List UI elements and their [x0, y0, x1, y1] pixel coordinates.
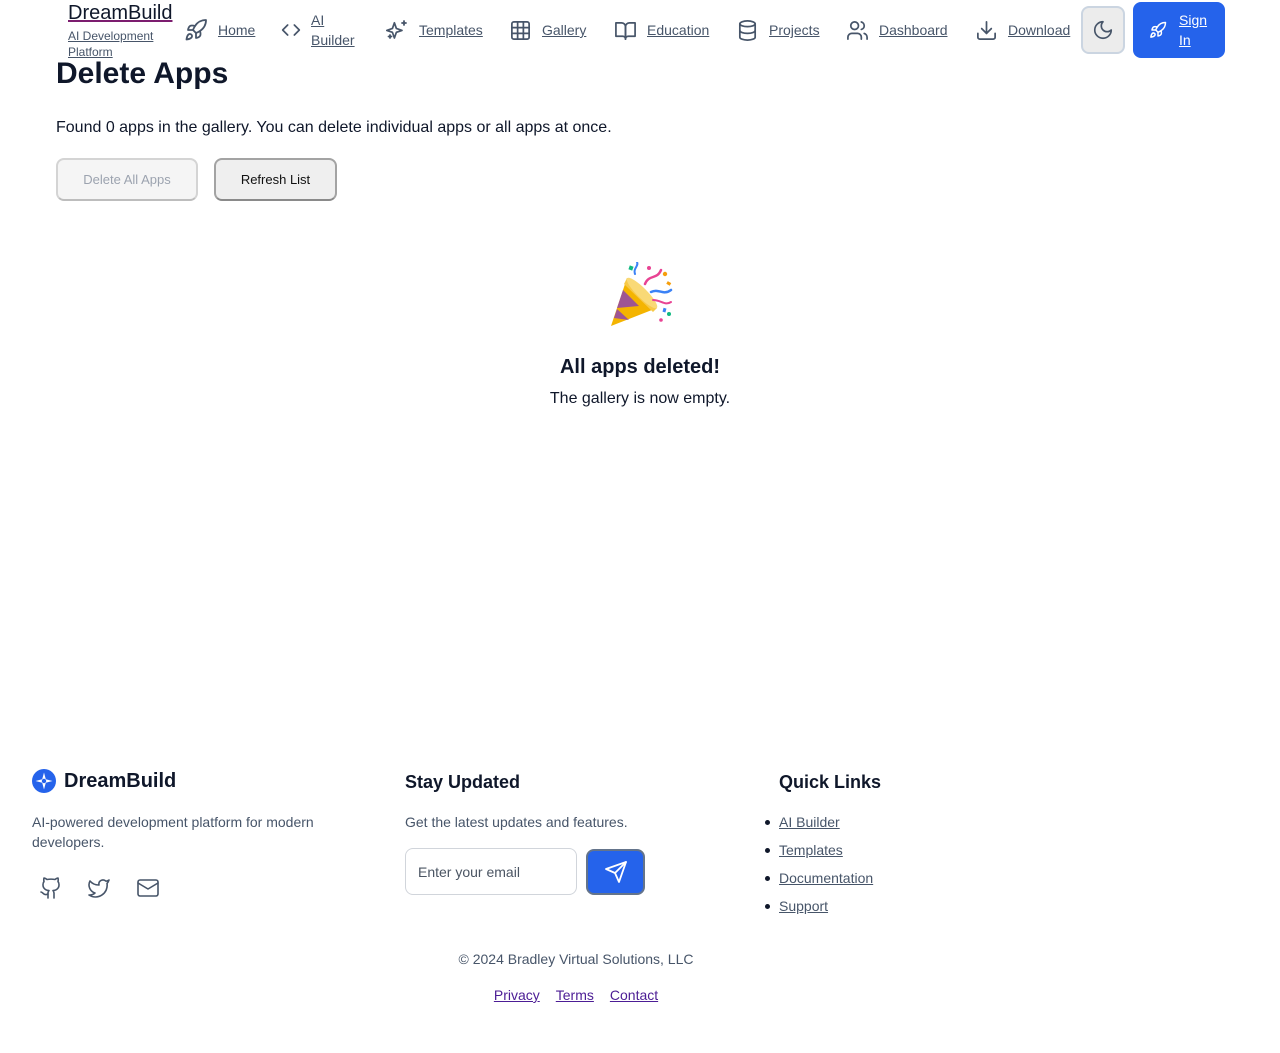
- quick-link-label: Templates: [779, 842, 843, 858]
- footer-brand-name: DreamBuild: [64, 769, 177, 792]
- nav-link-download[interactable]: Download: [975, 0, 1070, 60]
- empty-state-title: All apps deleted!: [559, 356, 721, 378]
- refresh-list-button[interactable]: Refresh List: [214, 158, 337, 201]
- code-icon: [281, 24, 301, 36]
- quick-link-label: Support: [779, 898, 829, 914]
- newsletter-email-input[interactable]: [405, 848, 577, 895]
- nav-link-gallery[interactable]: Gallery: [509, 0, 586, 60]
- footer-brand: DreamBuild: [32, 769, 176, 793]
- send-icon: [604, 861, 627, 883]
- page-title: Delete Apps: [56, 57, 229, 90]
- terms-link[interactable]: Terms: [556, 986, 594, 1004]
- moon-icon: [1093, 20, 1113, 40]
- footer-description: AI-powered development platform for mode…: [32, 814, 314, 850]
- nav-link-templates[interactable]: Templates: [385, 0, 483, 60]
- apps-count-text: Found 0 apps in the gallery. You can del…: [56, 119, 612, 136]
- stay-updated-title: Stay Updated: [405, 772, 521, 792]
- stay-updated-description: Get the latest updates and features.: [405, 814, 628, 830]
- nav-label-education: Education: [647, 22, 710, 38]
- quick-link-support[interactable]: Support: [764, 896, 873, 924]
- nav-label-home: Home: [218, 22, 256, 38]
- mail-icon: [137, 879, 159, 897]
- quick-links-title: Quick Links: [779, 772, 882, 792]
- quick-link-documentation[interactable]: Documentation: [764, 868, 874, 896]
- copyright-text: © 2024 Bradley Virtual Solutions, LLC: [458, 951, 694, 967]
- legal-links: Privacy Terms Contact: [0, 986, 1152, 1004]
- nav-label-gallery: Gallery: [542, 22, 587, 38]
- empty-state-subtitle: The gallery is now empty.: [549, 390, 731, 407]
- twitter-icon: [88, 879, 110, 898]
- sparkles-icon: [385, 20, 407, 39]
- sign-in-label: Sign In: [1179, 12, 1208, 48]
- delete-all-apps-button[interactable]: Delete All Apps: [56, 158, 198, 201]
- sparkle-logo-icon: [32, 769, 56, 793]
- rocket-icon: [1150, 21, 1167, 38]
- github-link[interactable]: [37, 874, 65, 902]
- download-icon: [977, 20, 996, 40]
- quick-link-label: Documentation: [779, 870, 874, 886]
- nav-label-dashboard: Dashboard: [879, 22, 948, 38]
- contact-link[interactable]: Contact: [610, 986, 658, 1004]
- github-icon: [40, 877, 60, 899]
- quick-link-label: AI Builder: [779, 814, 840, 830]
- quick-link-ai-builder[interactable]: AI Builder: [764, 812, 873, 840]
- email-link[interactable]: [134, 874, 162, 902]
- brand-name[interactable]: DreamBuild: [68, 2, 172, 25]
- newsletter-submit-button[interactable]: [586, 849, 645, 895]
- nav-label-ai-builder: AI Builder: [311, 12, 355, 48]
- nav-link-projects[interactable]: Projects: [736, 0, 820, 60]
- nav-link-education[interactable]: Education: [614, 0, 709, 60]
- quick-link-templates[interactable]: Templates: [764, 840, 873, 868]
- top-nav: DreamBuild AI Development Platform Home …: [0, 0, 1280, 60]
- nav-link-ai-builder[interactable]: AI Builder: [281, 0, 357, 60]
- party-popper-icon: [611, 262, 673, 326]
- users-icon: [847, 20, 868, 40]
- nav-label-templates: Templates: [419, 22, 483, 38]
- theme-toggle-button[interactable]: [1081, 6, 1125, 54]
- sign-in-button[interactable]: Sign In: [1133, 2, 1225, 58]
- rocket-icon: [185, 19, 207, 41]
- nav-link-dashboard[interactable]: Dashboard: [846, 0, 948, 60]
- nav-link-home[interactable]: Home: [184, 0, 255, 60]
- database-icon: [738, 19, 757, 41]
- grid-icon: [511, 20, 530, 40]
- nav-label-download: Download: [1008, 22, 1071, 38]
- quick-links-list: AI Builder Templates Documentation Suppo…: [764, 812, 874, 924]
- empty-state: All apps deleted! The gallery is now emp…: [0, 262, 1280, 409]
- twitter-link[interactable]: [85, 874, 113, 902]
- book-icon: [615, 21, 636, 40]
- nav-label-projects: Projects: [769, 22, 820, 38]
- brand-link[interactable]: DreamBuild AI Development Platform: [68, 2, 172, 60]
- privacy-link[interactable]: Privacy: [494, 986, 540, 1004]
